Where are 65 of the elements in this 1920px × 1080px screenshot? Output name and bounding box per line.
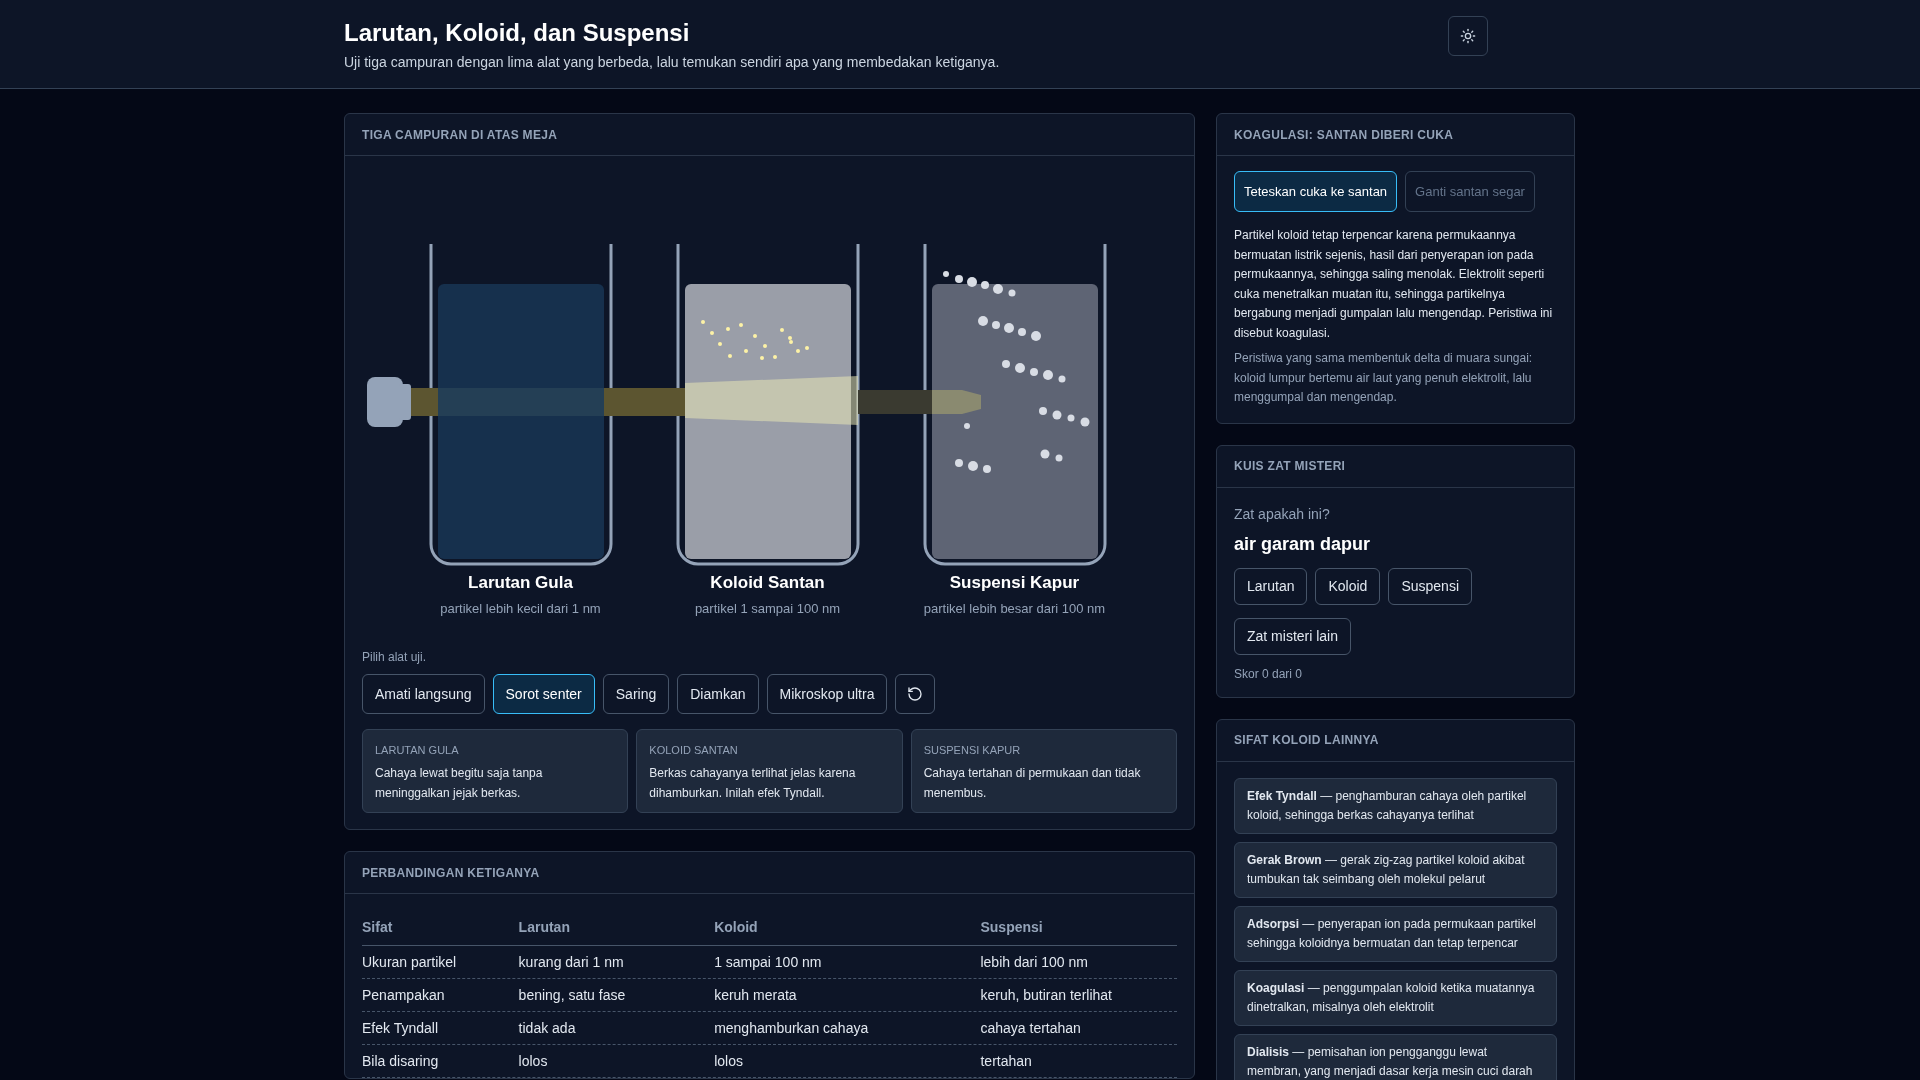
- table-cell-text: Penampakan: [362, 985, 446, 1005]
- mixture-subtitle: partikel lebih besar dari 100 nm: [923, 599, 1106, 618]
- table-cell-text: Bila disaring: [362, 1051, 440, 1071]
- table-cell-text: lolos: [518, 1051, 549, 1071]
- reset-icon: [907, 686, 924, 702]
- flashlight-icon: [367, 377, 411, 427]
- tool-button[interactable]: Saring: [602, 674, 670, 714]
- mixture-name: Koloid Santan: [710, 572, 825, 594]
- tool-button[interactable]: Mikroskop ultra: [766, 674, 888, 714]
- mixture-name: Suspensi Kapur: [949, 572, 1080, 594]
- explanation-text: Partikel koloid tetap terpencar karena permukaannya bermuatan listrik sejenis, hasil dari penyerapan ion pada permukaannya, sehingga saling menolak. Elektrolit seperti cuka menetralkan muatan itu, sehingga partikelnya bergabung menjadi gumpalan lalu mengendap. Peristiwa ini disebut koagulasi.: [1234, 227, 1554, 342]
- next-substance-button[interactable]: Zat misteri lain: [1234, 617, 1352, 655]
- result-text: Cahaya lewat begitu saja tanpa meninggalkan jejak berkas.: [375, 764, 544, 802]
- panel-title: KUIS ZAT MISTERI: [1234, 458, 1346, 475]
- property-text: Adsorpsi — penyerapan ion pada permukaan partikel sehingga koloidnya bermuatan dan tetap terpencar: [1247, 915, 1537, 952]
- sun-icon: [1460, 28, 1476, 44]
- page-title: Larutan, Koloid, dan Suspensi: [344, 18, 691, 48]
- result-text: Berkas cahayanya terlihat jelas karena dihamburkan. Inilah efek Tyndall.: [649, 764, 857, 802]
- note-text: Peristiwa yang sama membentuk delta di muara sungai: koloid lumpur bertemu air laut yang penuh elektrolit, lalu menggumpal dan mengendap.: [1234, 350, 1534, 406]
- table-cell-text: bening, satu fase: [518, 985, 627, 1005]
- result-title: LARUTAN GULA: [375, 743, 460, 758]
- table-cell-text: 1 sampai 100 nm: [714, 952, 823, 972]
- panel-title: SIFAT KOLOID LAINNYA: [1234, 732, 1379, 749]
- mixture-subtitle: partikel 1 sampai 100 nm: [694, 599, 841, 618]
- table-cell-text: menghamburkan cahaya: [714, 1018, 870, 1038]
- table-cell-text: kurang dari 1 nm: [518, 952, 625, 972]
- panel-title: PERBANDINGAN KETIGANYA: [362, 864, 540, 882]
- mystery-substance: air garam dapur: [1234, 532, 1372, 556]
- result-text: Cahaya tertahan di permukaan dan tidak menembus.: [923, 764, 1142, 802]
- property-text: Gerak Brown — gerak zig-zag partikel koloid akibat tumbukan tak seimbang oleh molekul pelarut: [1247, 851, 1526, 888]
- column-header: Larutan: [518, 918, 571, 937]
- table-cell-text: lolos: [714, 1051, 744, 1071]
- table-cell-text: Efek Tyndall: [362, 1018, 439, 1038]
- column-header: Suspensi: [980, 918, 1044, 937]
- mixture-name: Larutan Gula: [468, 572, 573, 594]
- answer-button[interactable]: Suspensi: [1388, 567, 1472, 605]
- table-cell-text: Ukuran partikel: [362, 952, 458, 972]
- column-header: Koloid: [714, 918, 759, 937]
- panel-title: TIGA CAMPURAN DI ATAS MEJA: [362, 126, 558, 144]
- answer-button[interactable]: Koloid: [1315, 567, 1381, 605]
- table-cell-text: lebih dari 100 nm: [980, 952, 1089, 972]
- panel-title: KOAGULASI: SANTAN DIBERI CUKA: [1234, 126, 1454, 144]
- result-title: KOLOID SANTAN: [649, 743, 739, 758]
- property-text: Dialisis — pemisahan ion pengganggu lewat membran, yang menjadi dasar kerja mesin cuci darah: [1247, 1043, 1534, 1080]
- reset-button[interactable]: [895, 674, 936, 714]
- answer-button[interactable]: Larutan: [1234, 567, 1308, 605]
- table-cell-text: tertahan: [980, 1051, 1033, 1071]
- tool-button[interactable]: Amati langsung: [362, 674, 485, 714]
- mixture-subtitle: partikel lebih kecil dari 1 nm: [440, 599, 601, 618]
- property-text: Koagulasi — penggumpalan koloid ketika muatannya dinetralkan, misalnya oleh elektrolit: [1247, 979, 1536, 1016]
- property-text: Efek Tyndall — penghamburan cahaya oleh partikel koloid, sehingga berkas cahayanya terlihat: [1247, 787, 1528, 824]
- tool-button[interactable]: Sorot senter: [492, 674, 595, 714]
- table-cell-text: keruh, butiran terlihat: [980, 985, 1113, 1005]
- column-header: Sifat: [362, 918, 394, 937]
- score-text: Skor 0 dari 0: [1234, 665, 1304, 683]
- coagulation-button[interactable]: Teteskan cuka ke santan: [1234, 171, 1398, 212]
- table-cell-text: tidak ada: [518, 1018, 577, 1038]
- result-title: SUSPENSI KAPUR: [923, 743, 1022, 758]
- tools-label: Pilih alat uji.: [362, 649, 428, 666]
- theme-toggle-button[interactable]: [1448, 16, 1488, 56]
- table-cell-text: cahaya tertahan: [980, 1018, 1082, 1038]
- table-cell-text: keruh merata: [714, 985, 798, 1005]
- quiz-prompt: Zat apakah ini?: [1234, 504, 1331, 524]
- tool-button[interactable]: Diamkan: [677, 674, 759, 714]
- page-subtitle: Uji tiga campuran dengan lima alat yang berbeda, lalu temukan sendiri apa yang membedakan ketiganya.: [344, 53, 1000, 72]
